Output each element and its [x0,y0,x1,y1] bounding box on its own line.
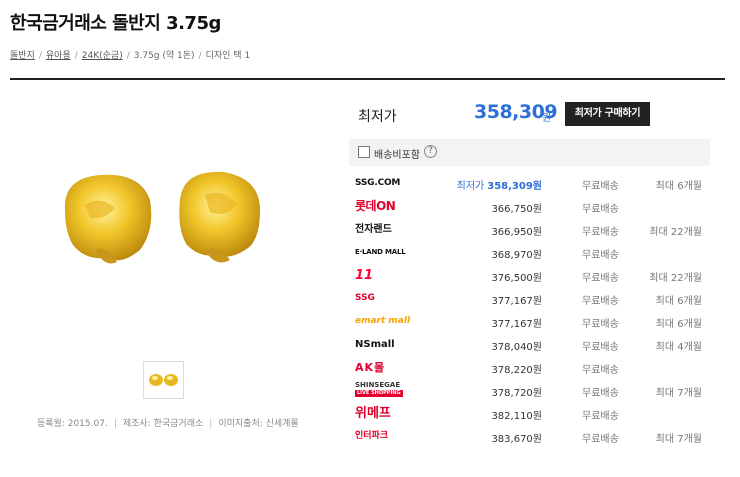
seller-installment: 최대 6개월 [655,181,702,192]
emart-mall-logo: emart mall [355,316,411,326]
seller-shipping: 무료배송 [582,204,619,215]
seller-price: 378,040원 [491,342,542,353]
product-meta: 등록월: 2015.07. | 제조사: 한국금거래소 | 이미지출처: 신세계몰 [37,419,299,429]
product-thumbnail[interactable] [143,361,184,399]
seller-installment: 최대 7개월 [655,388,702,399]
include-shipping-label[interactable]: 배송비포함 [374,146,420,161]
breadcrumb-item-1[interactable]: 돌반지 [10,51,35,61]
breadcrumb-item-5: 디자인 택 1 [205,51,251,61]
seller-row-lotte-on[interactable]: 롯데ON 366,750원 무료배송 [349,195,710,218]
lotte-on-logo: 롯데ON [355,199,396,213]
seller-list: SSG.COM 최저가 358,309원 무료배송 최대 6개월 롯데ON 366… [349,172,710,448]
header-divider [10,78,725,80]
nsmall-logo: NSmall [355,339,395,350]
seller-shipping: 무료배송 [582,411,619,422]
seller-row-shinsegae-live[interactable]: SHINSEGAE LIVE SHOPPING 378,720원 무료배송 최대 … [349,379,710,402]
buy-lowest-button[interactable]: 최저가 구매하기 [565,102,650,126]
seller-shipping: 무료배송 [582,273,619,284]
seller-installment: 최대 22개월 [649,227,702,238]
seller-price: 382,110원 [491,411,542,422]
lowest-price-unit: 원 [542,113,552,124]
seller-price: 377,167원 [491,319,542,330]
include-shipping-checkbox[interactable] [358,146,370,158]
seller-row-emart-mall[interactable]: emart mall 377,167원 무료배송 최대 6개월 [349,310,710,333]
thumbnail-image [149,374,178,386]
seller-shipping: 무료배송 [582,319,619,330]
seller-price: 376,500원 [491,273,542,284]
breadcrumb-item-3[interactable]: 24K(순금) [82,51,123,61]
ssg-com-logo: SSG.COM [355,178,401,188]
seller-price: 368,970원 [491,250,542,261]
seller-shipping: 무료배송 [582,342,619,353]
seller-installment: 최대 7개월 [655,434,702,445]
registered-date: 등록월: 2015.07. [37,419,108,429]
shinsegae-live-logo: SHINSEGAE LIVE SHOPPING [355,382,403,397]
breadcrumb-item-2[interactable]: 유아용 [46,51,71,61]
best-price-value: 358,309원 [487,181,542,192]
seller-row-etland[interactable]: 전자랜드 366,950원 무료배송 최대 22개월 [349,218,710,241]
shinsegae-live-logo-sub: LIVE SHOPPING [355,390,403,397]
seller-shipping: 무료배송 [582,365,619,376]
shinsegae-mall-logo: SSG [355,293,375,303]
seller-shipping: 무료배송 [582,388,619,399]
seller-shipping: 무료배송 [582,434,619,445]
seller-installment: 최대 22개월 [649,273,702,284]
seller-price: 366,950원 [491,227,542,238]
seller-price: 최저가 358,309원 [457,177,542,192]
ak-mall-logo: AK몰 [355,361,386,374]
seller-price: 378,220원 [491,365,542,376]
shinsegae-live-logo-title: SHINSEGAE [355,381,401,389]
seller-price: 377,167원 [491,296,542,307]
breadcrumb: 돌반지 / 유아용/24K(순금)/3.75g (약 1돈) / 디자인 택 1 [10,51,251,61]
seller-shipping: 무료배송 [582,250,619,261]
seller-row-shinsegae-mall[interactable]: SSG 377,167원 무료배송 최대 6개월 [349,287,710,310]
seller-row-11st[interactable]: 11 376,500원 무료배송 최대 22개월 [349,264,710,287]
seller-installment: 최대 4개월 [655,342,702,353]
eland-mall-logo: E·LAND MALL [355,248,406,256]
seller-row-nsmall[interactable]: NSmall 378,040원 무료배송 최대 4개월 [349,333,710,356]
seller-row-ssg-com[interactable]: SSG.COM 최저가 358,309원 무료배송 최대 6개월 [349,172,710,195]
seller-row-wemakeprice[interactable]: 위메프 382,110원 무료배송 [349,402,710,425]
wemakeprice-logo: 위메프 [355,406,391,421]
interpark-logo: 인터파크 [355,431,389,441]
etland-logo: 전자랜드 [355,224,392,235]
best-price-label: 최저가 [456,181,485,192]
shipping-filter-bar: 배송비포함 ? [349,139,710,166]
seller-shipping: 무료배송 [582,181,619,192]
seller-row-eland-mall[interactable]: E·LAND MALL 368,970원 무료배송 [349,241,710,264]
seller-row-interpark[interactable]: 인터파크 383,670원 무료배송 최대 7개월 [349,425,710,448]
breadcrumb-item-4: 3.75g (약 1돈) [133,51,195,61]
seller-row-ak-mall[interactable]: AK몰 378,220원 무료배송 [349,356,710,379]
11st-logo: 11 [355,268,374,283]
lowest-price-label: 최저가 [358,109,397,125]
seller-price: 383,670원 [491,434,542,445]
seller-shipping: 무료배송 [582,296,619,307]
seller-shipping: 무료배송 [582,227,619,238]
product-image [64,171,260,264]
page-title: 한국금거래소 돌반지 3.75g [10,13,221,34]
manufacturer: 제조사: 한국금거래소 [122,419,204,429]
help-icon[interactable]: ? [424,145,437,158]
seller-installment: 최대 6개월 [655,319,702,330]
image-source: 이미지출처: 신세계몰 [218,419,299,429]
seller-price: 378,720원 [491,388,542,399]
seller-price: 366,750원 [491,204,542,215]
seller-installment: 최대 6개월 [655,296,702,307]
